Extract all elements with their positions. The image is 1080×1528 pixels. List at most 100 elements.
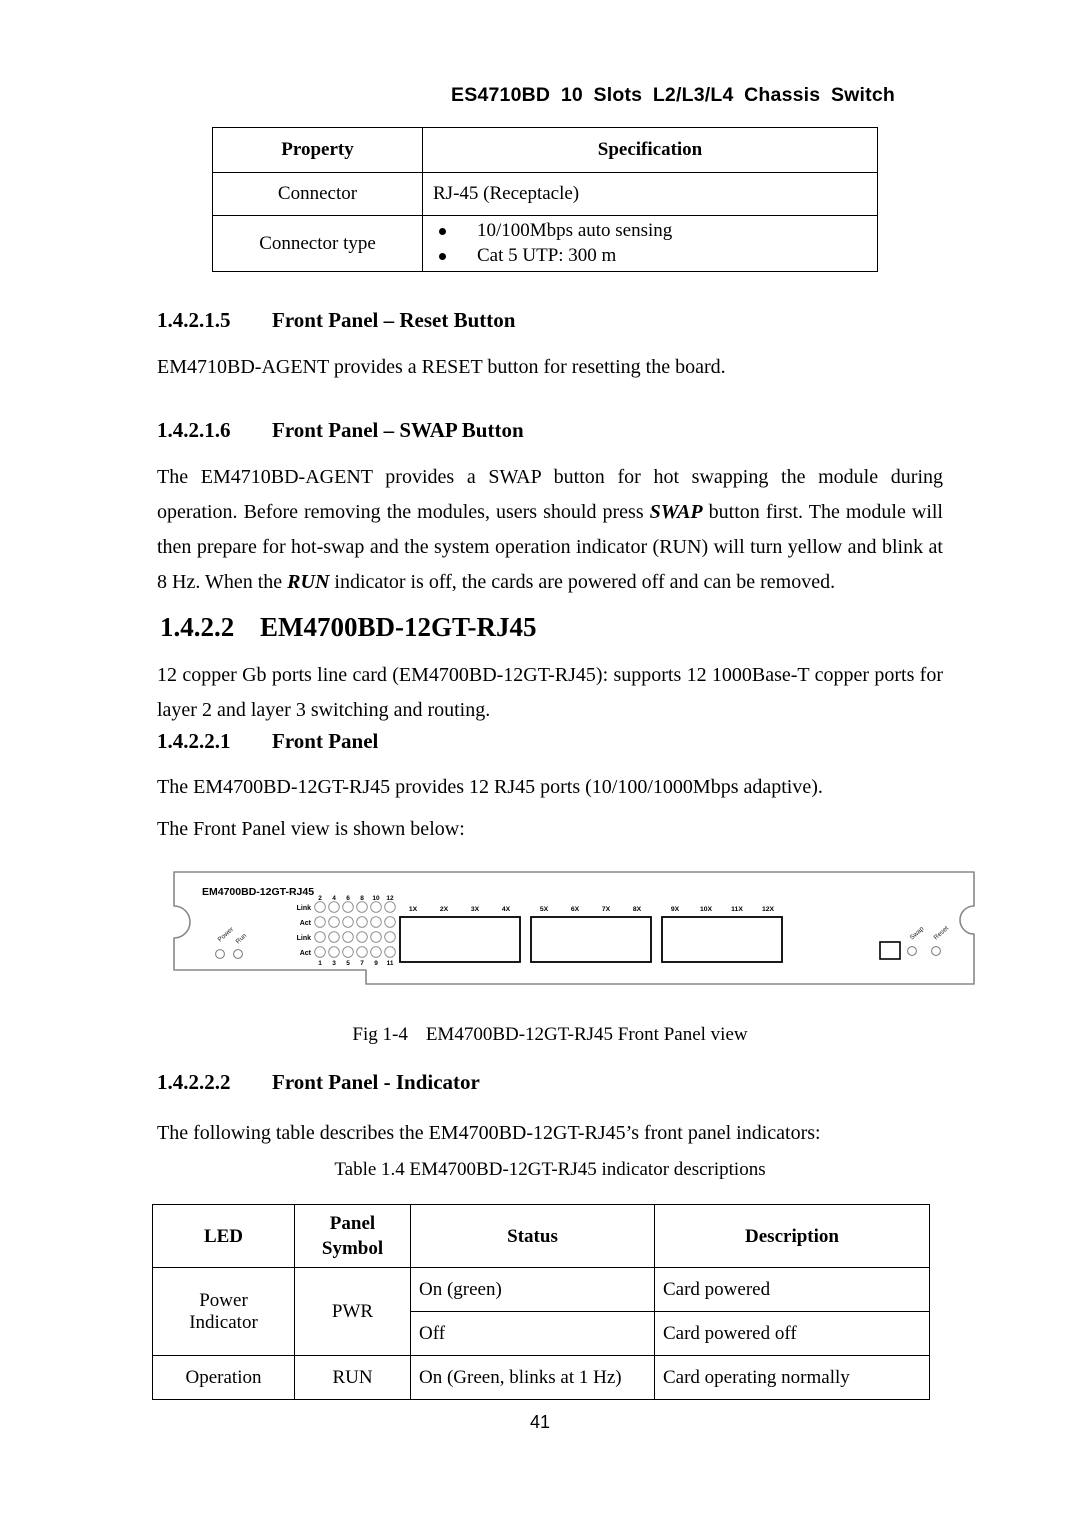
cell-status-off: Off (410, 1311, 655, 1356)
list-item: 10/100Mbps auto sensing (433, 219, 869, 244)
heading-title: Front Panel – SWAP Button (272, 418, 524, 442)
port-block-2 (530, 916, 652, 963)
led-dot-icon (370, 931, 382, 943)
figure-caption: Fig 1-4 EM4700BD-12GT-RJ45 Front Panel vi… (157, 1024, 943, 1046)
front-panel-diagram: EM4700BD-12GT-RJ45 Power Run 2 4 6 8 10 … (168, 866, 980, 994)
led-dot-icon (342, 901, 354, 913)
led-dot-icon (370, 946, 382, 958)
paragraph-front-panel-1: The EM4700BD-12GT-RJ45 provides 12 RJ45 … (157, 776, 823, 798)
led-dot-icon (314, 901, 326, 913)
led-dot-icon (314, 916, 326, 928)
column-header-panel-line1: Panel (329, 1213, 376, 1234)
port-label-6x: 6X (571, 906, 580, 913)
led-bottom-number: 1 (318, 960, 322, 967)
indicator-table-container: LED Panel Symbol Status Description Powe… (152, 1204, 930, 1400)
port-label-11x: 11X (731, 906, 743, 913)
cell-led-line2: Indicator (189, 1311, 258, 1333)
column-header-panel-line2: Symbol (321, 1238, 384, 1259)
led-dot-icon (356, 916, 368, 928)
heading-title: Front Panel - Indicator (272, 1070, 480, 1094)
column-header-led: LED (152, 1204, 295, 1268)
led-dot-icon (328, 946, 340, 958)
led-dot-icon (328, 901, 340, 913)
table-row: Connector type 10/100Mbps auto sensing C… (212, 214, 878, 273)
specification-table-container: Property Specification Connector RJ-45 (… (212, 127, 878, 273)
table-row: Connector RJ-45 (Receptacle) (212, 172, 878, 216)
port-block-3 (661, 916, 783, 963)
column-header-description: Description (654, 1204, 930, 1268)
port-label-5x: 5X (540, 906, 549, 913)
cell-property-connector: Connector (212, 172, 423, 216)
cell-symbol-pwr: PWR (294, 1267, 411, 1356)
led-dot-icon (328, 916, 340, 928)
cell-led-line1: Power (199, 1289, 248, 1311)
panel-button-swap-icon (907, 946, 917, 956)
port-label-4x: 4X (502, 906, 511, 913)
list-item: Cat 5 UTP: 300 m (433, 244, 869, 269)
cell-description-card-powered-off: Card powered off (654, 1311, 930, 1356)
led-dot-icon (356, 931, 368, 943)
heading-reset-button: 1.4.2.1.5 Front Panel – Reset Button (157, 308, 515, 333)
led-bottom-number: 3 (332, 960, 336, 967)
document-page: ES4710BD 10 Slots L2/L3/L4 Chassis Switc… (0, 0, 1080, 1528)
heading-title: Front Panel (272, 729, 379, 753)
led-dot-icon (342, 931, 354, 943)
port-label-2x: 2X (440, 906, 449, 913)
heading-number: 1.4.2.2.2 (157, 1070, 231, 1094)
led-dot-icon (384, 916, 396, 928)
led-top-number: 6 (346, 895, 350, 902)
cell-value-connector: RJ-45 (Receptacle) (422, 172, 878, 216)
column-header-panel-symbol: Panel Symbol (294, 1204, 411, 1268)
table-row: Operation RUN On (Green, blinks at 1 Hz)… (152, 1355, 930, 1400)
column-header-status: Status (410, 1204, 655, 1268)
cell-value-connector-type: 10/100Mbps auto sensing Cat 5 UTP: 300 m (422, 214, 878, 273)
cell-led-operation: Operation (152, 1355, 295, 1400)
cell-property-connector-type: Connector type (212, 214, 423, 273)
paragraph-reset-button: EM4710BD-AGENT provides a RESET button f… (157, 356, 726, 378)
led-dot-icon (314, 931, 326, 943)
heading-module: 1.4.2.2 EM4700BD-12GT-RJ45 (160, 612, 537, 643)
bullet-dot-icon (439, 252, 446, 260)
cell-status-on-green-blinks: On (Green, blinks at 1 Hz) (410, 1355, 655, 1400)
led-dot-icon (384, 946, 396, 958)
specification-table: Property Specification Connector RJ-45 (… (212, 127, 878, 273)
led-dot-icon (342, 916, 354, 928)
list-item-label: Cat 5 UTP: 300 m (477, 244, 617, 266)
led-dot-icon (384, 901, 396, 913)
column-header-property: Property (212, 127, 423, 173)
led-dot-icon (328, 931, 340, 943)
emphasis-swap: SWAP (649, 501, 703, 523)
port-label-3x: 3X (471, 906, 480, 913)
port-label-12x: 12X (762, 906, 775, 913)
led-dot-icon (384, 931, 396, 943)
paragraph-swap-button: The EM4710BD-AGENT provides a SWAP butto… (157, 460, 943, 600)
emphasis-run: RUN (287, 571, 330, 593)
led-bottom-number: 9 (374, 960, 378, 967)
heading-number: 1.4.2.2 (160, 612, 235, 642)
list-item-label: 10/100Mbps auto sensing (477, 220, 673, 241)
paragraph-text-part: indicator is off, the cards are powered … (329, 571, 836, 593)
table-caption: Table 1.4 EM4700BD-12GT-RJ45 indicator d… (334, 1159, 766, 1180)
column-header-specification: Specification (422, 127, 878, 173)
table-header-row: LED Panel Symbol Status Description (152, 1204, 930, 1268)
led-top-number: 10 (372, 895, 380, 902)
led-top-number: 4 (332, 895, 336, 902)
cell-description-card-powered: Card powered (654, 1267, 930, 1312)
led-dot-icon (342, 946, 354, 958)
led-bottom-number: 5 (346, 960, 350, 967)
led-dot-icon (370, 916, 382, 928)
port-block-1 (399, 916, 521, 963)
led-row-label-link: Link (297, 905, 311, 912)
cell-status-on-green: On (green) (410, 1267, 655, 1312)
led-bottom-number: 11 (387, 960, 394, 967)
led-row-label-link: Link (297, 935, 311, 942)
led-bottom-number: 7 (360, 960, 364, 967)
port-label-8x: 8X (633, 906, 642, 913)
heading-number: 1.4.2.1.5 (157, 308, 231, 332)
led-top-number: 12 (386, 895, 394, 902)
port-label-9x: 9X (671, 906, 680, 913)
panel-led-run-icon (233, 949, 243, 959)
led-row-label-act: Act (300, 920, 312, 927)
heading-number: 1.4.2.1.6 (157, 418, 231, 442)
led-dot-icon (370, 901, 382, 913)
